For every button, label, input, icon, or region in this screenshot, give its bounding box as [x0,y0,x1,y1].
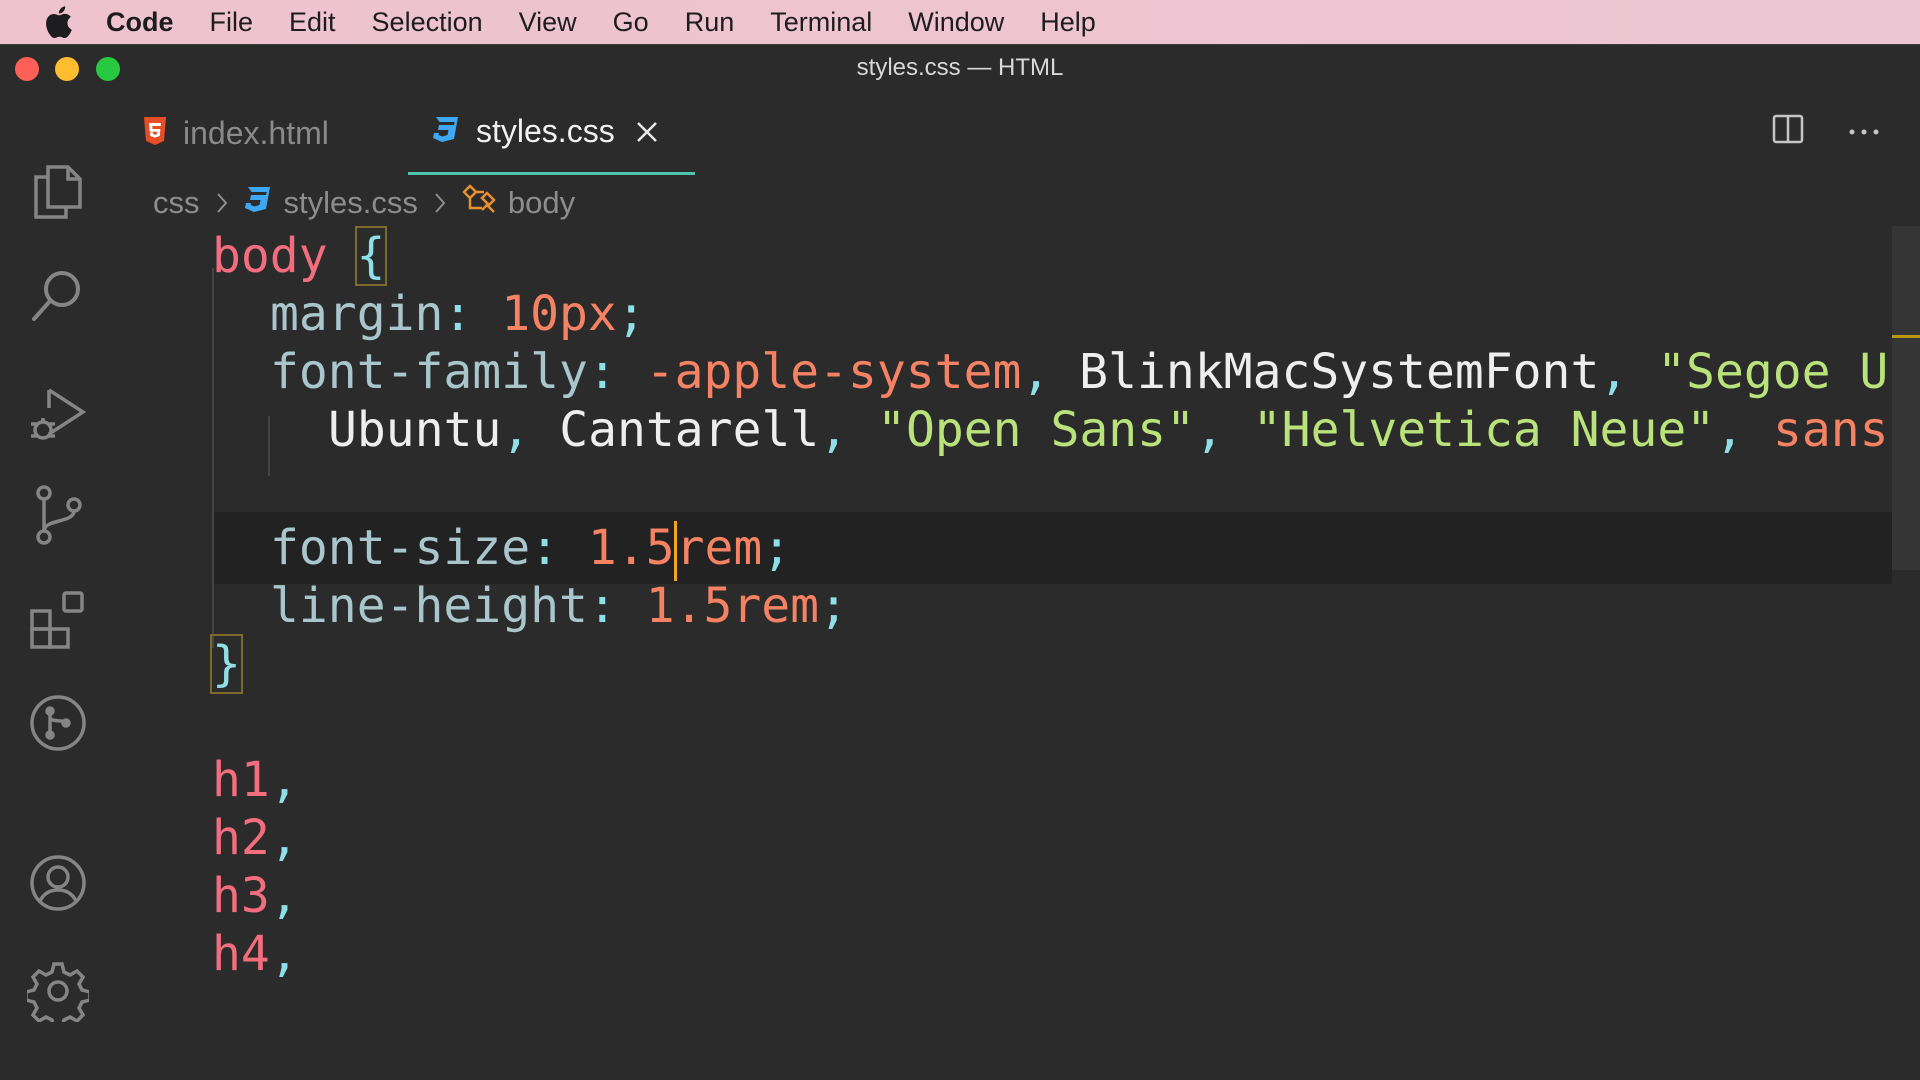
extensions-icon[interactable] [26,587,90,651]
chevron-right-icon [212,189,232,217]
editor-tabs: index.html styles.css [116,91,1920,175]
apple-icon[interactable] [38,0,78,44]
css-value: -apple-system [645,344,1022,400]
html5-icon [143,116,167,151]
tab-label: index.html [183,114,329,151]
code-editor[interactable]: body { margin: 10px; font-family: -apple… [116,226,1892,1080]
indent-guide [268,416,270,476]
code-line-11: h4, [212,926,299,982]
minimize-window-button[interactable] [55,57,79,81]
settings-gear-icon[interactable] [26,959,90,1023]
css-property: line-height [270,578,588,634]
code-line-6: } [210,628,243,700]
vscode-window: styles.css — HTML index.html styles.css … [0,44,1920,1080]
zoom-window-button[interactable] [96,57,120,81]
css-selector: body [212,228,328,284]
menu-run[interactable]: Run [667,0,753,44]
css-unit: rem [675,520,763,576]
close-tab-icon[interactable] [633,118,661,146]
tab-styles-css[interactable]: styles.css [408,91,695,175]
css-selector: h3 [212,868,270,924]
menu-window[interactable]: Window [890,0,1022,44]
account-icon[interactable] [26,851,90,915]
window-title: styles.css — HTML [856,54,1064,81]
menu-bar: Code File Edit Selection View Go Run Ter… [0,0,1920,44]
activity-bar [0,91,116,1080]
scrollbar-cursor-marker [1892,335,1920,338]
breadcrumb-symbol[interactable]: body [508,185,575,221]
symbol-class-icon [462,184,496,222]
css-selector: h1 [212,752,270,808]
menu-terminal[interactable]: Terminal [752,0,890,44]
css-value: 1.5rem [645,578,820,634]
css3-icon [432,115,460,148]
css-property: font-size [270,520,531,576]
breadcrumb-file[interactable]: styles.css [284,185,418,221]
menu-app-code[interactable]: Code [88,0,192,44]
css-value: 1.5 [587,520,675,576]
css-selector: h2 [212,810,270,866]
css-value: sans- [1772,402,1892,458]
css-value: BlinkMacSystemFont [1079,344,1600,400]
editor-actions [1772,113,1880,150]
menu-view[interactable]: View [501,0,595,44]
chevron-right-icon [430,189,450,217]
vertical-scrollbar[interactable] [1892,226,1920,570]
explorer-icon[interactable] [26,159,90,223]
css-value: 10px [501,286,617,342]
code-line-5: line-height: 1.5rem; [270,578,848,634]
more-actions-icon[interactable] [1848,123,1880,141]
git-graph-icon[interactable] [26,691,90,755]
tab-index-html[interactable]: index.html [143,91,423,175]
title-bar: styles.css — HTML [0,45,1920,91]
open-brace: { [354,226,388,286]
css-property: font-family [270,344,588,400]
css-string: "Open Sans" [877,402,1195,458]
breadcrumb: css styles.css body [153,181,575,225]
css-string: "Helvetica Neue" [1252,402,1716,458]
menu-help[interactable]: Help [1022,0,1114,44]
split-editor-icon[interactable] [1772,113,1804,150]
css-string: "Segoe UI [1657,344,1892,400]
menu-file[interactable]: File [192,0,272,44]
css-value: Cantarell [559,402,820,458]
tab-label: styles.css [476,113,615,149]
search-icon[interactable] [26,263,90,327]
menu-selection[interactable]: Selection [354,0,501,44]
code-line-3-wrap: Ubuntu, Cantarell, "Open Sans", "Helveti… [328,394,1892,466]
close-window-button[interactable] [15,57,39,81]
close-brace: } [210,634,243,694]
run-debug-icon[interactable] [26,383,90,447]
source-control-icon[interactable] [26,483,90,547]
indent-guide [212,268,214,648]
css-selector: h4 [212,926,270,982]
breadcrumb-folder[interactable]: css [153,185,200,221]
menu-go[interactable]: Go [595,0,667,44]
menu-edit[interactable]: Edit [271,0,354,44]
css3-icon [244,185,272,221]
css-property: margin [270,286,444,342]
css-value: Ubuntu [328,402,502,458]
